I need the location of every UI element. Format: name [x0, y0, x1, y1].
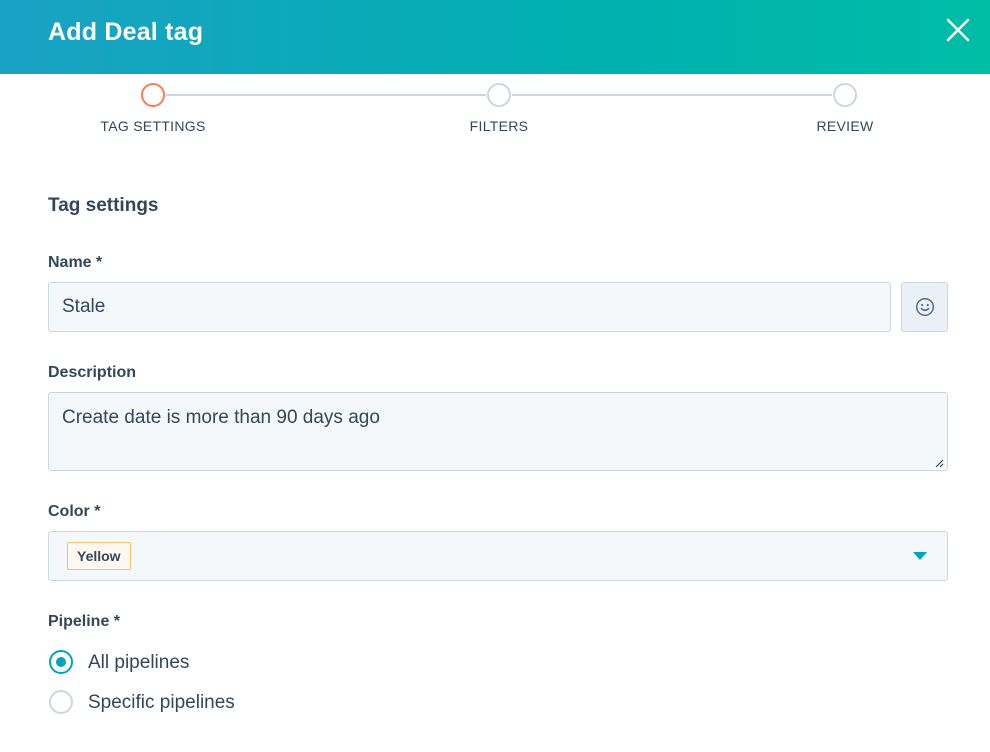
close-button[interactable] — [944, 16, 972, 44]
resize-handle-icon[interactable] — [934, 458, 944, 468]
progress-stepper: TAG SETTINGS FILTERS REVIEW — [0, 82, 990, 142]
caret-down-icon — [913, 552, 927, 560]
radio-dot — [56, 657, 66, 667]
radio-all-pipelines[interactable]: All pipelines — [48, 649, 248, 677]
step-label-tag-settings: TAG SETTINGS — [100, 118, 206, 134]
dialog-title: Add Deal tag — [48, 18, 204, 46]
step-connector — [166, 94, 486, 96]
step-connector — [512, 94, 832, 96]
radio-specific-pipelines[interactable]: Specific pipelines — [48, 689, 288, 717]
radio-label-all-pipelines: All pipelines — [88, 652, 190, 673]
name-input[interactable] — [48, 282, 891, 332]
radio-label-specific-pipelines: Specific pipelines — [88, 692, 235, 713]
radio-button-unchecked[interactable] — [49, 690, 73, 714]
step-label-review: REVIEW — [816, 118, 874, 134]
name-label: Name * — [48, 254, 103, 271]
color-chip: Yellow — [67, 542, 131, 570]
description-label: Description — [48, 364, 137, 381]
color-select[interactable]: Yellow — [48, 531, 948, 581]
section-title: Tag settings — [48, 195, 159, 216]
dialog-header: Add Deal tag — [0, 0, 990, 74]
emoji-picker-button[interactable] — [901, 282, 948, 332]
radio-button-checked[interactable] — [49, 650, 73, 674]
description-textarea[interactable]: Create date is more than 90 days ago — [48, 392, 948, 471]
smiley-face-icon — [915, 297, 934, 317]
close-icon — [946, 18, 970, 42]
pipeline-label: Pipeline * — [48, 613, 121, 630]
step-indicator-review — [833, 83, 857, 107]
color-label: Color * — [48, 503, 101, 520]
step-indicator-filters — [487, 83, 511, 107]
step-label-filters: FILTERS — [469, 118, 529, 134]
step-indicator-tag-settings — [141, 83, 165, 107]
